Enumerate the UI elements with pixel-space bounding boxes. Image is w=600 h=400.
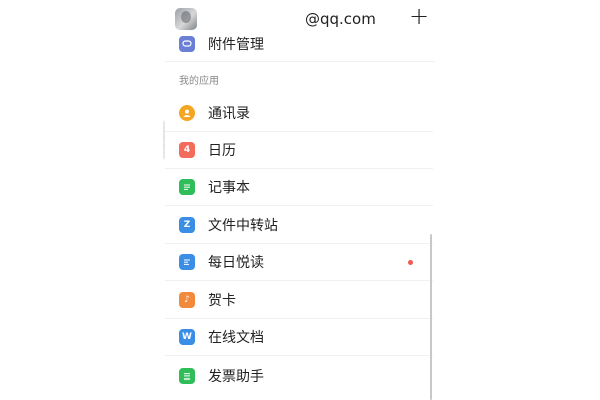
attachment-manager-label: 附件管理: [208, 36, 264, 53]
attachment-manager-item[interactable]: 附件管理: [165, 25, 433, 62]
app-label-daily-reading: 每日悦读: [208, 255, 264, 271]
unread-dot: [408, 259, 413, 265]
app-label-invoice-assistant: 发票助手: [208, 368, 264, 385]
section-title-my-apps: 我的应用: [179, 76, 219, 87]
app-item-online-docs[interactable]: W 在线文档: [165, 319, 433, 356]
notepad-icon: [179, 179, 195, 195]
daily-reading-icon: [179, 254, 195, 270]
music-note-glyph: ♪: [184, 294, 190, 305]
online-docs-glyph: W: [182, 331, 192, 342]
app-item-notepad[interactable]: 记事本: [165, 169, 433, 206]
file-transfer-icon: Z: [179, 217, 195, 233]
app-item-daily-reading[interactable]: 每日悦读: [165, 244, 433, 281]
app-item-greeting-card[interactable]: ♪ 贺卡: [165, 282, 433, 319]
attachment-icon: [179, 35, 195, 52]
app-item-file-transfer[interactable]: Z 文件中转站: [165, 207, 433, 244]
divider: [165, 61, 435, 62]
contacts-icon: [179, 105, 195, 121]
scrollbar[interactable]: [430, 234, 432, 400]
app-item-invoice-assistant[interactable]: 发票助手: [165, 357, 433, 394]
mail-app-screen: 〉 @qq.com + 附件管理 我的应用: [0, 0, 600, 400]
app-label-notepad: 记事本: [208, 180, 250, 196]
app-label-calendar: 日历: [208, 143, 236, 159]
greeting-card-icon: ♪: [179, 292, 195, 308]
side-drawer: @qq.com + 附件管理 我的应用 通讯录 4 日历 记事本 Z 文件中转站…: [165, 0, 435, 400]
app-label-greeting-card: 贺卡: [208, 293, 236, 309]
calendar-day-glyph: 4: [183, 144, 191, 155]
online-docs-icon: W: [179, 329, 195, 345]
invoice-assistant-icon: [179, 367, 195, 384]
file-transfer-glyph: Z: [183, 219, 191, 230]
app-item-calendar[interactable]: 4 日历: [165, 132, 433, 169]
calendar-icon: 4: [179, 142, 195, 158]
app-item-contacts[interactable]: 通讯录: [165, 95, 433, 132]
app-label-contacts: 通讯录: [208, 106, 250, 122]
app-label-online-docs: 在线文档: [208, 330, 264, 346]
app-label-file-transfer: 文件中转站: [208, 218, 278, 234]
